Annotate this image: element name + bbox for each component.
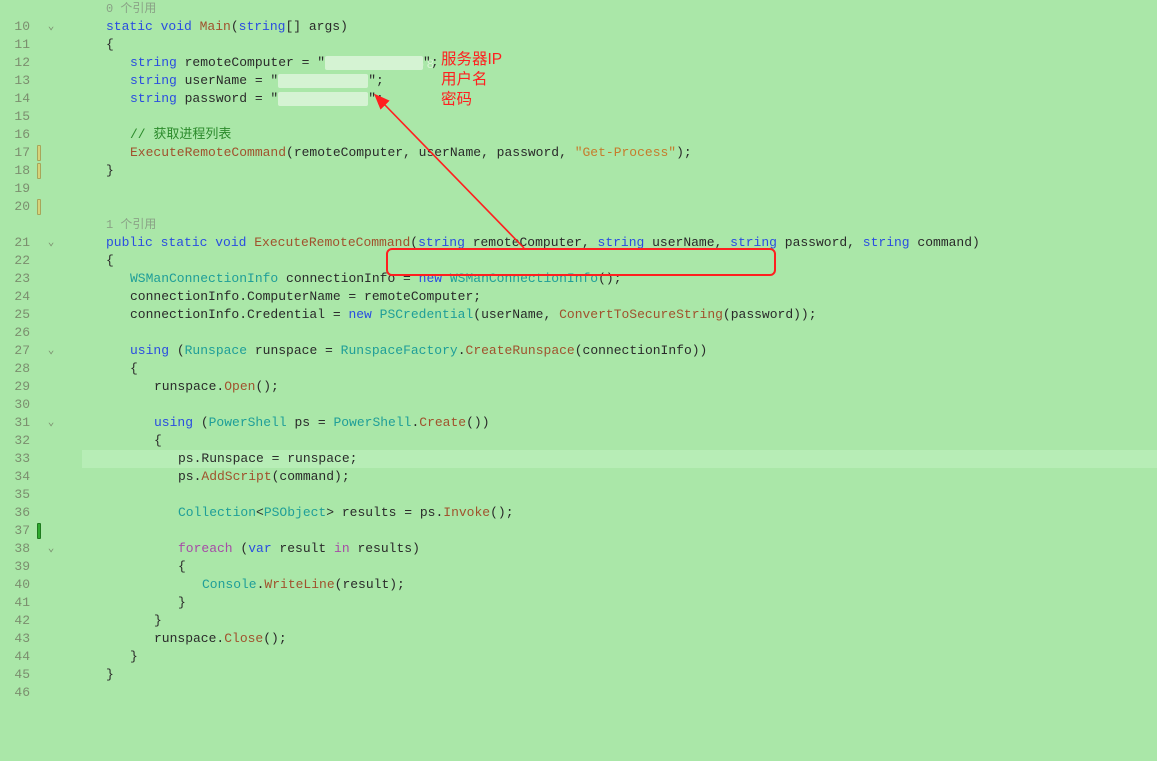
annotation-pw: 密码 [441,90,472,110]
gutter-line: 46 [0,684,76,702]
code-line: connectionInfo.Credential = new PSCreden… [82,306,1157,324]
code-line: } [82,612,1157,630]
code-line: ps.AddScript(command); [82,468,1157,486]
gutter-line: 38⌄ [0,540,76,558]
gutter-line: 28 [0,360,76,378]
code-line: } [82,648,1157,666]
code-line: string remoteComputer = "·············8"… [82,54,1157,72]
gutter-line: 22 [0,252,76,270]
gutter-line: 15 [0,108,76,126]
gutter-line: 24 [0,288,76,306]
gutter-line: 31⌄ [0,414,76,432]
gutter-line: 16 [0,126,76,144]
gutter-line: 29 [0,378,76,396]
code-line [82,108,1157,126]
code-line: string userName = "··········"; [82,72,1157,90]
gutter-line: 39 [0,558,76,576]
code-line: connectionInfo.ComputerName = remoteComp… [82,288,1157,306]
code-line: using (PowerShell ps = PowerShell.Create… [82,414,1157,432]
code-line [82,486,1157,504]
code-line [82,684,1157,702]
gutter-line: 30 [0,396,76,414]
code-line: public static void ExecuteRemoteCommand(… [82,234,1157,252]
gutter-line: 10⌄ [0,18,76,36]
code-line [82,198,1157,216]
gutter-line: 19 [0,180,76,198]
gutter-line: 26 [0,324,76,342]
code-line: { [82,558,1157,576]
gutter-line: 45 [0,666,76,684]
code-line: { [82,432,1157,450]
code-line: static void Main(string[] args) [82,18,1157,36]
gutter-line: 35 [0,486,76,504]
gutter-line: 12 [0,54,76,72]
gutter-line: 41 [0,594,76,612]
code-line: ExecuteRemoteCommand(remoteComputer, use… [82,144,1157,162]
gutter-line: 18 [0,162,76,180]
code-line: string password = "··········"; [82,90,1157,108]
gutter-line: 33 [0,450,76,468]
annotation-user: 用户名 [441,70,488,90]
code-line-highlighted: ps.Runspace = runspace; [82,450,1157,468]
gutter-line: 14 [0,90,76,108]
gutter-line: 34 [0,468,76,486]
code-line: 1 个引用 [82,216,1157,234]
code-line: Console.WriteLine(result); [82,576,1157,594]
gutter-line: 23 [0,270,76,288]
code-line [82,180,1157,198]
gutter-line: 32 [0,432,76,450]
gutter-line [0,0,76,18]
code-line: } [82,594,1157,612]
code-line: Collection<PSObject> results = ps.Invoke… [82,504,1157,522]
code-line: } [82,666,1157,684]
gutter-line: 27⌄ [0,342,76,360]
gutter-line: 43 [0,630,76,648]
code-editor[interactable]: 10⌄1112131415161718192021⌄222324252627⌄2… [0,0,1157,761]
gutter-line: 36 [0,504,76,522]
gutter-line: 25 [0,306,76,324]
code-line [82,324,1157,342]
gutter-line: 21⌄ [0,234,76,252]
code-line: { [82,360,1157,378]
gutter-line [0,216,76,234]
code-area[interactable]: 0 个引用 static void Main(string[] args) { … [76,0,1157,761]
code-line: foreach (var result in results) [82,540,1157,558]
code-line: { [82,36,1157,54]
gutter: 10⌄1112131415161718192021⌄222324252627⌄2… [0,0,76,761]
code-line: 0 个引用 [82,0,1157,18]
code-line: using (Runspace runspace = RunspaceFacto… [82,342,1157,360]
annotation-ip: 服务器IP [441,50,502,70]
code-line: { [82,252,1157,270]
gutter-line: 13 [0,72,76,90]
code-line: WSManConnectionInfo connectionInfo = new… [82,270,1157,288]
gutter-line: 40 [0,576,76,594]
code-line [82,522,1157,540]
code-line: runspace.Close(); [82,630,1157,648]
code-line: // 获取进程列表 [82,126,1157,144]
gutter-line: 37 [0,522,76,540]
gutter-line: 17 [0,144,76,162]
code-line: } [82,162,1157,180]
code-line: runspace.Open(); [82,378,1157,396]
gutter-line: 20 [0,198,76,216]
gutter-line: 11 [0,36,76,54]
gutter-line: 42 [0,612,76,630]
code-line [82,396,1157,414]
gutter-line: 44 [0,648,76,666]
